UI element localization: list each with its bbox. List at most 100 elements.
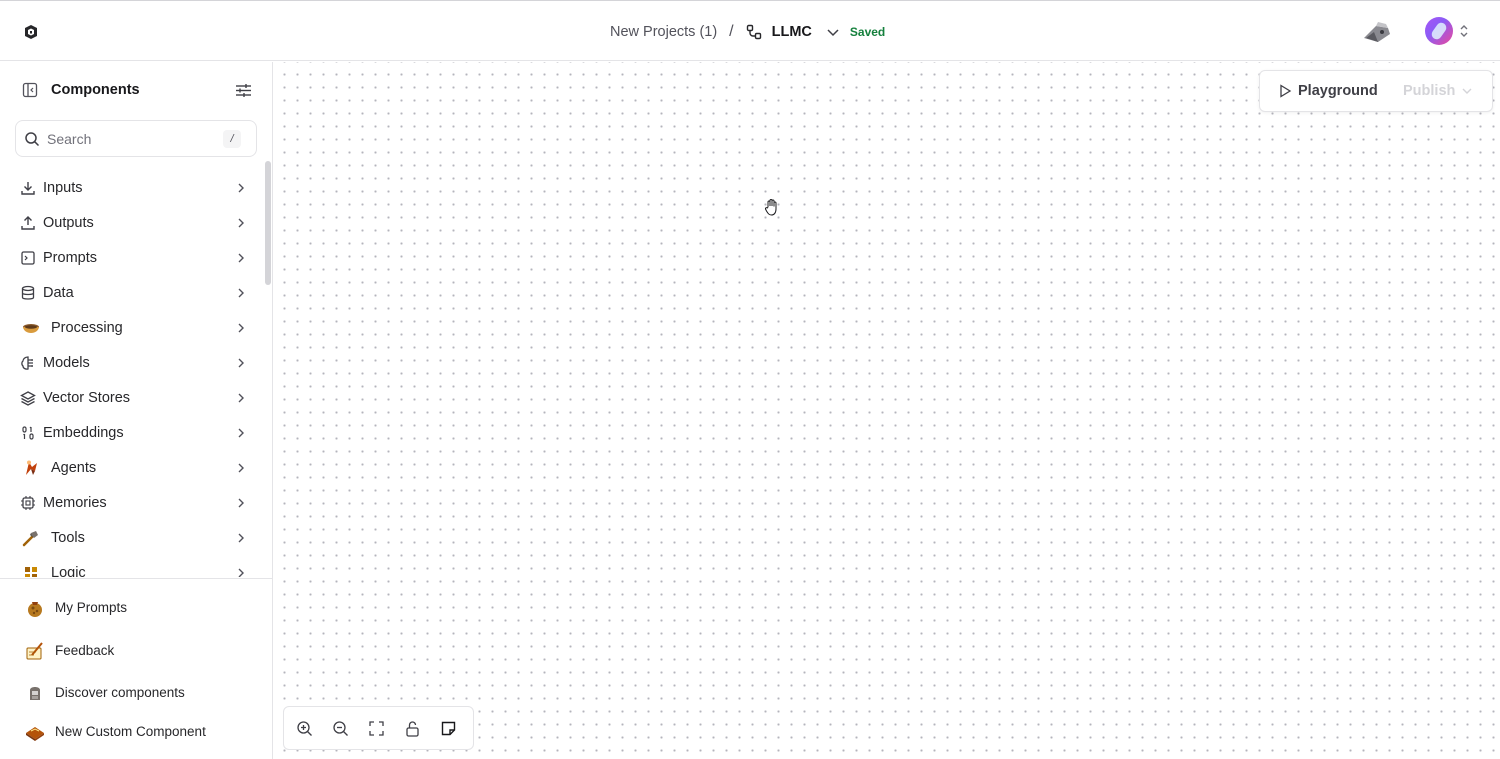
database-icon	[21, 285, 35, 300]
robot-mascot-icon[interactable]	[1360, 18, 1392, 44]
category-label: Agents	[51, 460, 97, 476]
new-custom-component-link[interactable]: New Custom Component	[0, 716, 273, 748]
category-embeddings[interactable]: Embeddings	[0, 416, 262, 451]
category-processing[interactable]: Processing	[0, 311, 262, 346]
hand-cursor-icon	[764, 199, 777, 216]
search-icon	[25, 131, 40, 146]
publish-label: Publish	[1403, 83, 1456, 99]
workflow-icon	[746, 24, 761, 40]
category-list: Inputs Outputs Prompts Data Processing M…	[0, 171, 262, 577]
flow-canvas[interactable]: Playground Publish	[274, 62, 1500, 759]
category-label: Vector Stores	[43, 390, 131, 406]
chevron-right-icon	[238, 498, 244, 508]
fit-view-icon[interactable]	[368, 720, 385, 737]
logic-emoji-icon	[25, 567, 37, 577]
chevron-right-icon	[238, 568, 244, 577]
canvas-actions: Playground Publish	[1259, 70, 1493, 112]
sidebar-divider	[0, 578, 273, 579]
custom-component-emoji-icon	[26, 727, 44, 741]
category-inputs[interactable]: Inputs	[0, 171, 262, 206]
chevron-right-icon	[238, 323, 244, 333]
folder-link[interactable]: New Projects (1)	[610, 24, 717, 40]
category-models[interactable]: Models	[0, 346, 262, 381]
category-vector-stores[interactable]: Vector Stores	[0, 381, 262, 416]
sidebar-title: Components	[51, 82, 140, 98]
footer-label: Discover components	[55, 685, 185, 700]
search-input[interactable]	[47, 130, 207, 147]
my-prompts-link[interactable]: My Prompts	[0, 592, 273, 624]
chevrons-up-down-icon[interactable]	[1459, 24, 1469, 38]
components-sidebar: Components / Inputs Outputs	[0, 62, 273, 759]
chevron-right-icon	[238, 183, 244, 193]
category-label: Memories	[43, 495, 107, 511]
bowl-emoji-icon	[23, 324, 39, 333]
cpu-icon	[21, 496, 35, 510]
sticky-note-icon[interactable]	[440, 720, 457, 737]
top-header: New Projects (1) / LLMC Saved	[0, 0, 1500, 61]
category-label: Embeddings	[43, 425, 124, 441]
breadcrumb: New Projects (1) / LLMC Saved	[610, 20, 885, 44]
category-logic[interactable]: Logic	[0, 556, 262, 577]
playground-label: Playground	[1298, 83, 1378, 99]
breadcrumb-separator: /	[729, 23, 734, 40]
layers-icon	[20, 391, 36, 406]
category-memories[interactable]: Memories	[0, 486, 262, 521]
sidebar-header: Components	[0, 62, 273, 118]
agent-emoji-icon	[26, 460, 37, 475]
binary-icon	[22, 426, 34, 440]
brain-circuit-icon	[21, 356, 33, 370]
chevron-right-icon	[238, 533, 244, 543]
publish-button[interactable]: Publish	[1403, 83, 1473, 99]
chevron-right-icon	[238, 288, 244, 298]
category-label: Inputs	[43, 180, 83, 196]
terminal-square-icon	[21, 251, 35, 265]
chevron-right-icon	[238, 463, 244, 473]
zoom-in-icon[interactable]	[296, 720, 313, 737]
category-prompts[interactable]: Prompts	[0, 241, 262, 276]
chevron-right-icon	[238, 358, 244, 368]
chevron-right-icon	[238, 218, 244, 228]
panel-left-icon[interactable]	[22, 82, 38, 98]
upload-icon	[21, 216, 35, 230]
sidebar-scrollbar[interactable]	[265, 161, 271, 285]
flow-name[interactable]: LLMC	[772, 24, 812, 40]
search-shortcut: /	[223, 130, 241, 148]
category-data[interactable]: Data	[0, 276, 262, 311]
footer-label: New Custom Component	[55, 724, 206, 739]
download-icon	[21, 182, 35, 195]
discover-components-link[interactable]: Discover components	[0, 677, 273, 709]
chevron-down-icon[interactable]	[826, 25, 840, 39]
chevron-right-icon	[238, 393, 244, 403]
save-status: Saved	[849, 25, 886, 39]
discover-emoji-icon	[30, 687, 40, 700]
category-label: Outputs	[43, 215, 94, 231]
chevron-right-icon	[238, 428, 244, 438]
footer-label: Feedback	[55, 643, 115, 658]
prompts-emoji-icon	[28, 602, 42, 617]
chevron-right-icon	[238, 253, 244, 263]
unlock-icon[interactable]	[404, 720, 421, 737]
user-menu[interactable]	[1425, 17, 1469, 45]
feedback-link[interactable]: Feedback	[0, 635, 273, 667]
footer-label: My Prompts	[55, 600, 128, 615]
langflow-logo-icon[interactable]	[22, 23, 40, 41]
hammer-emoji-icon	[22, 531, 38, 547]
category-agents[interactable]: Agents	[0, 451, 262, 486]
feedback-emoji-icon	[26, 642, 43, 660]
category-label: Models	[43, 355, 90, 371]
sliders-icon[interactable]	[235, 82, 252, 99]
playground-button[interactable]: Playground	[1278, 83, 1378, 99]
category-label: Data	[43, 285, 74, 301]
category-label: Logic	[51, 565, 86, 577]
play-icon	[1280, 84, 1292, 98]
category-label: Prompts	[43, 250, 97, 266]
category-outputs[interactable]: Outputs	[0, 206, 262, 241]
category-tools[interactable]: Tools	[0, 521, 262, 556]
category-label: Tools	[51, 530, 85, 546]
category-label: Processing	[51, 320, 123, 336]
zoom-out-icon[interactable]	[332, 720, 349, 737]
search-box[interactable]: /	[15, 120, 257, 157]
canvas-controls	[283, 706, 474, 750]
avatar[interactable]	[1425, 17, 1453, 45]
chevron-down-icon	[1462, 88, 1472, 94]
